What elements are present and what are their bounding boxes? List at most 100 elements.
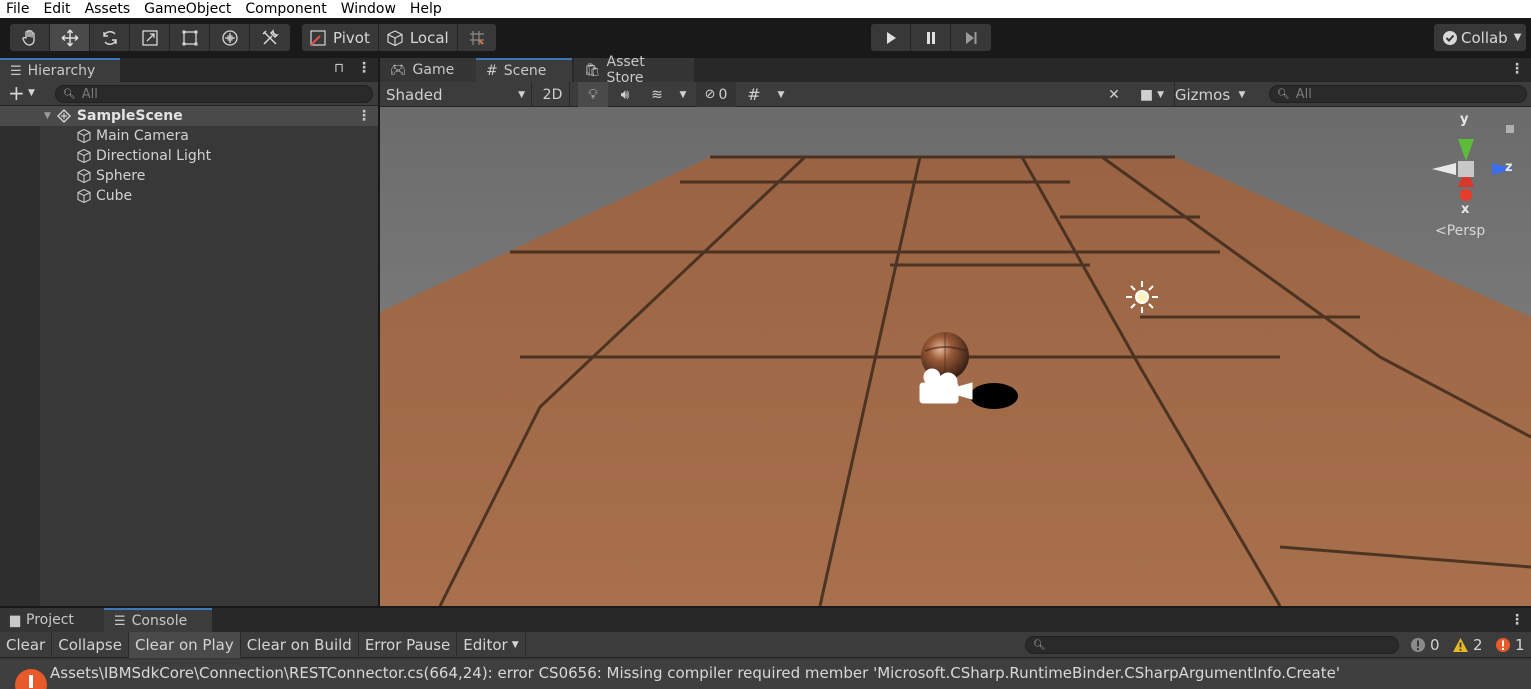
hand-tool-button[interactable]	[10, 24, 50, 51]
audio-toggle-button[interactable]: 🔊︎	[610, 82, 640, 107]
effects-dropdown[interactable]: ▼	[674, 82, 692, 107]
grid-toggle-button[interactable]: #	[740, 82, 768, 107]
gizmos-button[interactable]: Gizmos	[1174, 82, 1230, 107]
tab-project[interactable]: ▆ Project	[0, 608, 104, 632]
hierarchy-search-placeholder: All	[81, 86, 98, 102]
scale-tool-button[interactable]	[130, 24, 170, 51]
menu-window[interactable]: Window	[334, 0, 403, 18]
shading-mode-label: Shaded	[386, 85, 443, 104]
gizmos-dropdown[interactable]: ▼	[1232, 82, 1252, 107]
scene-tools-button[interactable]: ✕	[1100, 82, 1128, 107]
chevron-down-icon[interactable]: ▼	[28, 88, 35, 98]
scene-viewport[interactable]: y z x <Persp	[380, 107, 1531, 606]
rect-tool-button[interactable]	[170, 24, 210, 51]
console-tab-label: Console	[131, 613, 188, 629]
collapse-button[interactable]: Collapse	[52, 631, 129, 658]
hierarchy-item[interactable]: Sphere	[0, 166, 378, 186]
menu-gameobject[interactable]: GameObject	[137, 0, 238, 18]
grid-snap-button[interactable]	[458, 24, 496, 51]
console-tabbar: ▆ Project ☰ Console	[0, 608, 1531, 632]
hidden-objects-toggle[interactable]: ⊘ 0	[696, 82, 736, 107]
clear-button[interactable]: Clear	[0, 631, 53, 658]
hierarchy-item[interactable]: Directional Light	[0, 146, 378, 166]
custom-tools-button[interactable]	[250, 24, 290, 51]
pivot-toggle-button[interactable]: Pivot	[302, 24, 379, 51]
step-icon	[966, 31, 977, 44]
menu-component[interactable]: Component	[238, 0, 333, 18]
move-tool-button[interactable]	[50, 24, 90, 51]
scene-name: SampleScene	[76, 108, 183, 124]
clear-on-play-button[interactable]: Clear on Play	[128, 631, 241, 658]
info-count-toggle[interactable]: 0	[1410, 632, 1440, 658]
hierarchy-item[interactable]: Main Camera	[0, 126, 378, 146]
local-toggle-button[interactable]: Local	[379, 24, 458, 51]
menu-file[interactable]: File	[0, 0, 36, 18]
more-options-icon[interactable]: ⋮	[1510, 613, 1524, 627]
play-icon	[886, 31, 896, 44]
scene-row[interactable]: ▼ SampleScene ⋮	[0, 106, 378, 126]
lock-icon[interactable]: ⊓	[334, 61, 344, 76]
chevron-down-icon[interactable]: ▼	[44, 111, 51, 121]
collab-group: Collab ▼	[1434, 24, 1526, 51]
shading-mode-dropdown[interactable]: Shaded ▼	[380, 82, 532, 107]
menu-help[interactable]: Help	[403, 0, 449, 18]
console-message-row[interactable]: Assets\IBMSdkCore\Connection\RESTConnect…	[0, 660, 1531, 689]
2d-toggle-button[interactable]: 2D	[536, 82, 570, 107]
gizmo-y-label: y	[1460, 112, 1469, 127]
eye-slash-icon: ⊘	[704, 87, 716, 102]
warning-count-toggle[interactable]: 2	[1452, 632, 1483, 658]
hierarchy-item-label: Sphere	[96, 168, 146, 184]
hand-icon	[21, 29, 35, 46]
grid-icon: #	[486, 63, 498, 79]
error-icon	[1496, 638, 1510, 652]
play-controls	[871, 24, 991, 51]
info-count: 0	[1430, 636, 1440, 654]
cube-icon	[77, 148, 91, 164]
hierarchy-item[interactable]: Cube	[0, 186, 378, 206]
tools-icon: ✕	[1108, 86, 1120, 103]
menu-edit[interactable]: Edit	[36, 0, 77, 18]
tab-console[interactable]: ☰ Console	[104, 608, 212, 632]
error-count-toggle[interactable]: 1	[1495, 632, 1525, 658]
play-button[interactable]	[871, 24, 911, 51]
console-icon: ☰	[114, 613, 126, 629]
grid-dropdown[interactable]: ▼	[770, 82, 792, 107]
console-search-input[interactable]: 🔍︎	[1025, 636, 1399, 654]
more-options-icon[interactable]: ⋮	[357, 109, 371, 123]
lightbulb-icon: 💡︎	[588, 86, 598, 103]
collab-button[interactable]: Collab ▼	[1434, 24, 1526, 51]
step-button[interactable]	[951, 24, 991, 51]
pause-button[interactable]	[911, 24, 951, 51]
menu-assets[interactable]: Assets	[78, 0, 138, 18]
scene-search-input[interactable]: 🔍︎ All	[1269, 85, 1527, 103]
pause-icon	[926, 31, 935, 44]
hierarchy-search-input[interactable]: 🔍︎ All	[55, 85, 373, 103]
tab-hierarchy[interactable]: ☰ Hierarchy	[0, 58, 120, 82]
chevron-down-icon: ▼	[1238, 89, 1246, 100]
lighting-toggle-button[interactable]: 💡︎	[578, 82, 608, 107]
tab-scene[interactable]: # Scene	[476, 58, 572, 82]
scene-search-placeholder: All	[1295, 86, 1312, 102]
move-icon	[61, 29, 78, 46]
hierarchy-item-label: Cube	[96, 188, 133, 204]
more-options-icon[interactable]: ⋮	[357, 61, 371, 75]
gizmo-x-label: x	[1461, 202, 1470, 217]
error-pause-button[interactable]: Error Pause	[359, 631, 458, 658]
search-icon: 🔍︎	[1033, 639, 1046, 651]
warning-icon	[1453, 638, 1468, 652]
transform-tool-button[interactable]	[210, 24, 250, 51]
add-button[interactable]: +	[8, 82, 25, 104]
editor-dropdown[interactable]: Editor ▼	[457, 631, 526, 658]
unity-scene-icon	[56, 109, 71, 123]
camera-settings-dropdown[interactable]: ■ ▼	[1132, 82, 1172, 107]
clear-on-build-button[interactable]: Clear on Build	[241, 631, 359, 658]
more-options-icon[interactable]: ⋮	[1510, 62, 1524, 76]
rotate-tool-button[interactable]	[90, 24, 130, 51]
hierarchy-panel: ☰ Hierarchy ⊓ ⋮ + ▼ 🔍︎ All ▼ SampleScene…	[0, 58, 378, 606]
projection-toggle[interactable]: <Persp	[1435, 223, 1485, 239]
console-message-text: Assets\IBMSdkCore\Connection\RESTConnect…	[50, 664, 1340, 682]
tab-game[interactable]: 🎮︎ Game	[380, 58, 476, 82]
scale-icon	[141, 29, 158, 46]
tab-asset-store[interactable]: 🛍︎ Asset Store	[574, 54, 694, 86]
effects-toggle-button[interactable]: ≋	[642, 82, 672, 107]
